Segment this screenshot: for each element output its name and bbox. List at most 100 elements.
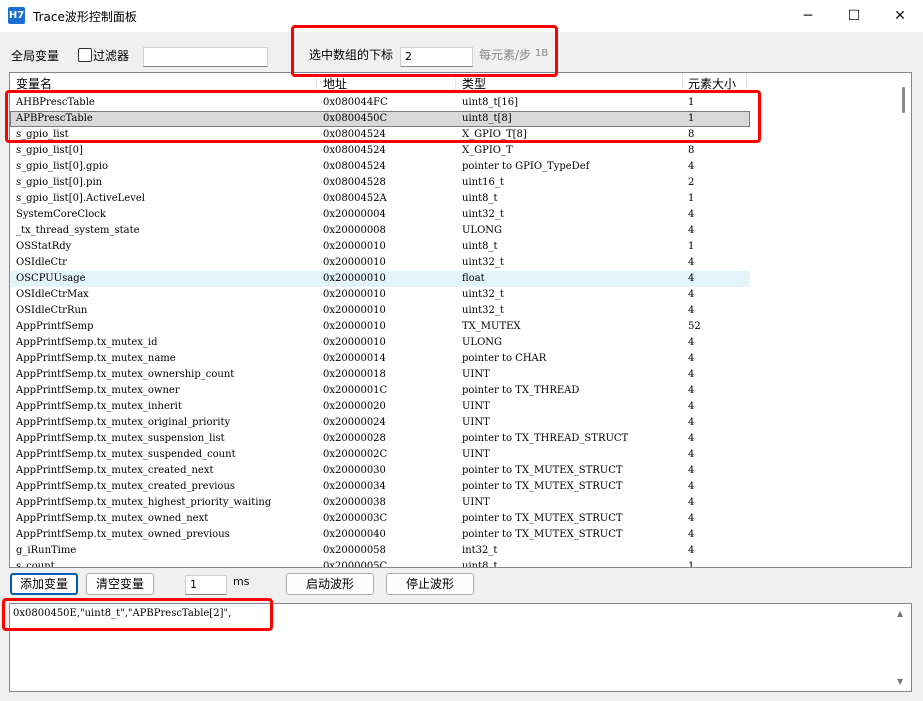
cell-type: uint8_t [462,193,498,204]
cell-address: 0x20000024 [323,417,386,428]
table-row[interactable]: AppPrintfSemp.tx_mutex_suspended_count 0x… [10,447,750,463]
clear-vars-button[interactable]: 清空变量 [86,573,154,595]
cell-name: APBPrescTable [16,113,93,124]
cell-elem-size: 1 [688,241,695,252]
table-row[interactable]: AppPrintfSemp.tx_mutex_owned_next 0x20000… [10,511,750,527]
table-row[interactable]: OSCPUUsage 0x20000010 float 4 [10,271,750,287]
scroll-up-icon[interactable]: ▲ [897,609,903,618]
maximize-button[interactable]: ☐ [831,0,877,32]
col-divider[interactable] [316,73,317,92]
col-header-name[interactable]: 变量名 [16,75,52,92]
cell-type: pointer to CHAR [462,353,547,364]
cell-address: 0x20000038 [323,497,386,508]
cell-name: AppPrintfSemp.tx_mutex_owned_previous [16,529,230,540]
table-row[interactable]: s_gpio_list 0x08004524 X_GPIO_T[8] 8 [10,127,750,143]
cell-elem-size: 4 [688,433,695,444]
table-row[interactable]: AppPrintfSemp 0x20000010 TX_MUTEX 52 [10,319,750,335]
cell-elem-size: 4 [688,225,695,236]
table-row[interactable]: AppPrintfSemp.tx_mutex_created_previous 0… [10,479,750,495]
cell-type: UINT [462,401,490,412]
col-divider[interactable] [682,73,683,92]
cell-address: 0x20000030 [323,465,386,476]
table-row[interactable]: AppPrintfSemp.tx_mutex_owner 0x2000001C po… [10,383,750,399]
table-row[interactable]: AppPrintfSemp.tx_mutex_original_priority… [10,415,750,431]
table-row[interactable]: AHBPrescTable 0x080044FC uint8_t[16] 1 [10,95,750,111]
table-row[interactable]: s_gpio_list[0].gpio 0x08004524 pointer to … [10,159,750,175]
cell-elem-size: 4 [688,417,695,428]
col-header-address[interactable]: 地址 [323,75,347,92]
scroll-down-icon[interactable]: ▼ [897,677,903,686]
table-row[interactable]: APBPrescTable 0x0800450C uint8_t[8] 1 [10,111,750,127]
add-var-button[interactable]: 添加变量 [10,573,78,595]
cell-elem-size: 4 [688,209,695,220]
cell-name: s_gpio_list[0] [16,145,83,156]
cell-address: 0x20000010 [323,321,386,332]
filter-input[interactable] [143,47,268,67]
cell-address: 0x08004524 [323,129,386,140]
cell-name: s_gpio_list[0].gpio [16,161,109,172]
table-row[interactable]: AppPrintfSemp.tx_mutex_highest_priority_… [10,495,750,511]
col-header-type[interactable]: 类型 [462,75,486,92]
table-row[interactable]: AppPrintfSemp.tx_mutex_inherit 0x20000020… [10,399,750,415]
table-row[interactable]: s_gpio_list[0].ActiveLevel 0x0800452A uint… [10,191,750,207]
cell-address: 0x2000005C [323,561,388,568]
stop-wave-button[interactable]: 停止波形 [386,573,474,595]
table-row[interactable]: OSIdleCtr 0x20000010 uint32_t 4 [10,255,750,271]
table-row[interactable]: s_gpio_list[0] 0x08004524 X_GPIO_T 8 [10,143,750,159]
table-row[interactable]: s_count 0x2000005C uint8_t 1 [10,559,750,568]
cell-address: 0x20000010 [323,257,386,268]
col-header-elem-size[interactable]: 元素大小 [688,75,736,92]
array-index-label: 选中数组的下标 [309,48,394,62]
table-row[interactable]: AppPrintfSemp.tx_mutex_id 0x20000010 ULONG… [10,335,750,351]
filter-label: 过滤器 [93,49,130,63]
cell-name: SystemCoreClock [16,209,106,220]
table-row[interactable]: AppPrintfSemp.tx_mutex_created_next 0x200… [10,463,750,479]
cell-address: 0x2000001C [323,385,388,396]
cell-name: AppPrintfSemp.tx_mutex_id [16,337,158,348]
cell-elem-size: 4 [688,257,695,268]
cell-elem-size: 4 [688,497,695,508]
cell-name: AppPrintfSemp [16,321,94,332]
cell-type: UINT [462,449,490,460]
filter-checkbox[interactable] [78,48,92,62]
cell-name: AppPrintfSemp.tx_mutex_created_next [16,465,214,476]
cell-type: pointer to TX_THREAD_STRUCT [462,433,629,444]
col-divider[interactable] [455,73,456,92]
table-row[interactable]: AppPrintfSemp.tx_mutex_owned_previous 0x2… [10,527,750,543]
cell-address: 0x20000058 [323,545,386,556]
cell-name: s_gpio_list[0].ActiveLevel [16,193,145,204]
table-row[interactable]: SystemCoreClock 0x20000004 uint32_t 4 [10,207,750,223]
close-button[interactable]: ✕ [877,0,923,32]
cell-elem-size: 4 [688,449,695,460]
variable-list[interactable]: 变量名 地址 类型 元素大小 AHBPrescTable 0x080044FC ui… [9,72,912,568]
cell-type: TX_MUTEX [462,321,521,332]
cell-address: 0x20000014 [323,353,386,364]
cell-name: OSStatRdy [16,241,72,252]
cell-type: pointer to TX_THREAD [462,385,580,396]
cell-address: 0x20000028 [323,433,386,444]
interval-input[interactable]: 1 [185,575,227,595]
table-row[interactable]: AppPrintfSemp.tx_mutex_suspension_list 0x… [10,431,750,447]
cell-type: pointer to TX_MUTEX_STRUCT [462,481,623,492]
table-row[interactable]: OSStatRdy 0x20000010 uint8_t 1 [10,239,750,255]
col-divider[interactable] [746,73,747,92]
cell-address: 0x20000008 [323,225,386,236]
table-row[interactable]: OSIdleCtrRun 0x20000010 uint32_t 4 [10,303,750,319]
table-row[interactable]: g_iRunTime 0x20000058 int32_t 4 [10,543,750,559]
table-row[interactable]: AppPrintfSemp.tx_mutex_ownership_count 0x… [10,367,750,383]
table-row[interactable]: s_gpio_list[0].pin 0x08004528 uint16_t 2 [10,175,750,191]
table-row[interactable]: _tx_thread_system_state 0x20000008 ULONG 4 [10,223,750,239]
cell-type: X_GPIO_T [462,145,513,156]
table-row[interactable]: AppPrintfSemp.tx_mutex_name 0x20000014 poi… [10,351,750,367]
cell-type: uint8_t [462,561,498,568]
output-textarea[interactable]: 0x0800450E,"uint8_t","APBPrescTable[2]",… [9,603,912,692]
cell-address: 0x20000018 [323,369,386,380]
scroll-thumb[interactable] [902,87,905,113]
vertical-scrollbar[interactable] [897,73,911,567]
minimize-button[interactable]: ─ [785,0,831,32]
cell-elem-size: 2 [688,177,695,188]
table-row[interactable]: OSIdleCtrMax 0x20000010 uint32_t 4 [10,287,750,303]
cell-name: AppPrintfSemp.tx_mutex_owner [16,385,180,396]
start-wave-button[interactable]: 启动波形 [286,573,374,595]
array-index-input[interactable]: 2 [400,47,473,67]
